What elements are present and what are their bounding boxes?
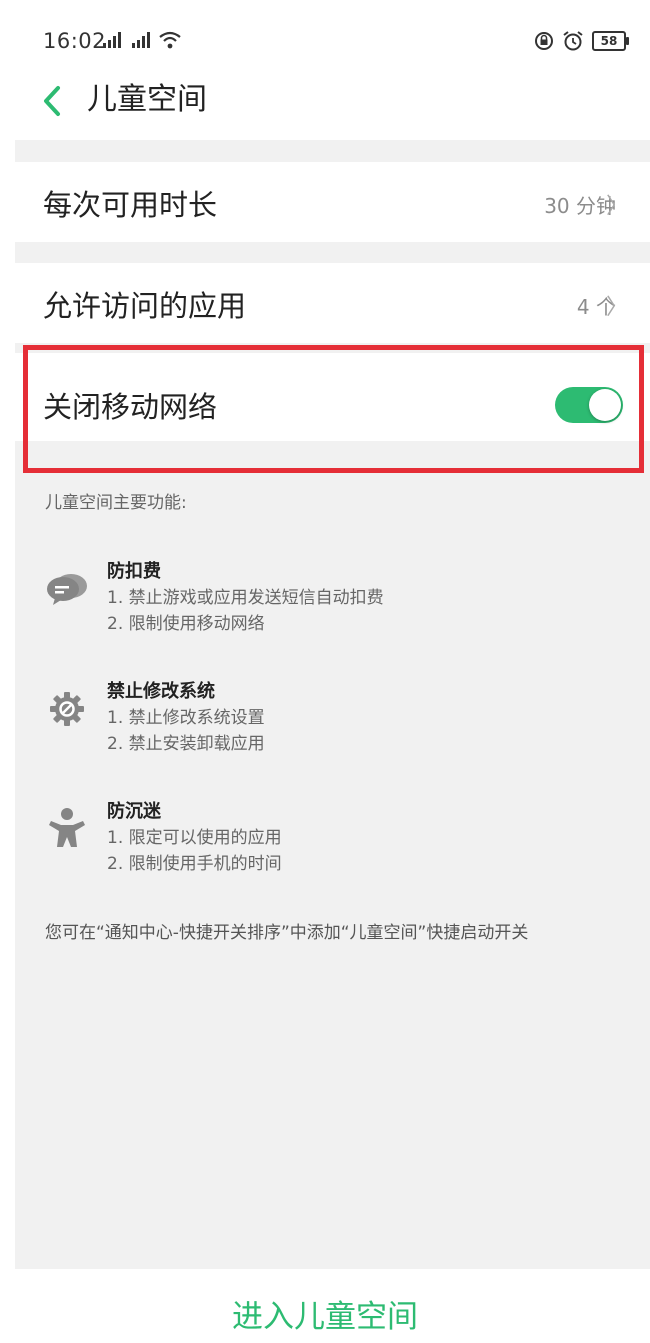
page-title: 儿童空间 [87, 82, 207, 117]
enter-kids-space-button[interactable]: 进入儿童空间 [0, 1291, 650, 1336]
apps-label: 允许访问的应用 [43, 289, 247, 323]
gear-forbid-icon [50, 692, 84, 726]
features-title: 儿童空间主要功能: [45, 493, 187, 513]
lock-rotation-icon [535, 32, 553, 50]
status-time: 16:02 [43, 29, 107, 53]
chevron-right-icon: 〉 [605, 295, 628, 320]
battery-icon: 58 [592, 31, 629, 51]
feature-line: 2. 限制使用手机的时间 [107, 854, 282, 874]
child-figure-icon [49, 808, 85, 847]
chat-bubbles-icon [47, 574, 87, 605]
wifi-icon [159, 31, 181, 49]
feature-line: 2. 限制使用移动网络 [107, 614, 265, 634]
bottom-bar: 进入儿童空间 [0, 1269, 650, 1343]
feature-item: 防扣费 1. 禁止游戏或应用发送短信自动扣费 2. 限制使用移动网络 [45, 557, 605, 647]
highlight-box [23, 345, 644, 473]
alarm-icon [563, 31, 583, 51]
feature-line: 1. 禁止修改系统设置 [107, 708, 265, 728]
duration-label: 每次可用时长 [43, 188, 218, 222]
status-bar: 16:02 58 [0, 0, 650, 80]
feature-item: 防沉迷 1. 限定可以使用的应用 2. 限制使用手机的时间 [45, 797, 605, 887]
feature-title: 防扣费 [107, 561, 161, 582]
feature-title: 禁止修改系统 [107, 681, 215, 702]
shortcut-note: 您可在“通知中心-快捷开关排序”中添加“儿童空间”快捷启动开关 [45, 923, 529, 943]
feature-item: 禁止修改系统 1. 禁止修改系统设置 2. 禁止安装卸载应用 [45, 677, 605, 767]
signal-icon [103, 32, 121, 48]
back-chevron-icon[interactable] [38, 84, 68, 118]
feature-line: 1. 限定可以使用的应用 [107, 828, 282, 848]
feature-line: 2. 禁止安装卸载应用 [107, 734, 265, 754]
feature-title: 防沉迷 [107, 801, 161, 822]
feature-line: 1. 禁止游戏或应用发送短信自动扣费 [107, 588, 384, 608]
signal-icon-2 [132, 32, 150, 48]
page-header: 儿童空间 [0, 80, 650, 140]
apps-row[interactable]: 允许访问的应用 4 个 〉 [15, 263, 650, 343]
duration-row[interactable]: 每次可用时长 30 分钟 〉 [15, 162, 650, 242]
chevron-right-icon: 〉 [605, 194, 628, 219]
